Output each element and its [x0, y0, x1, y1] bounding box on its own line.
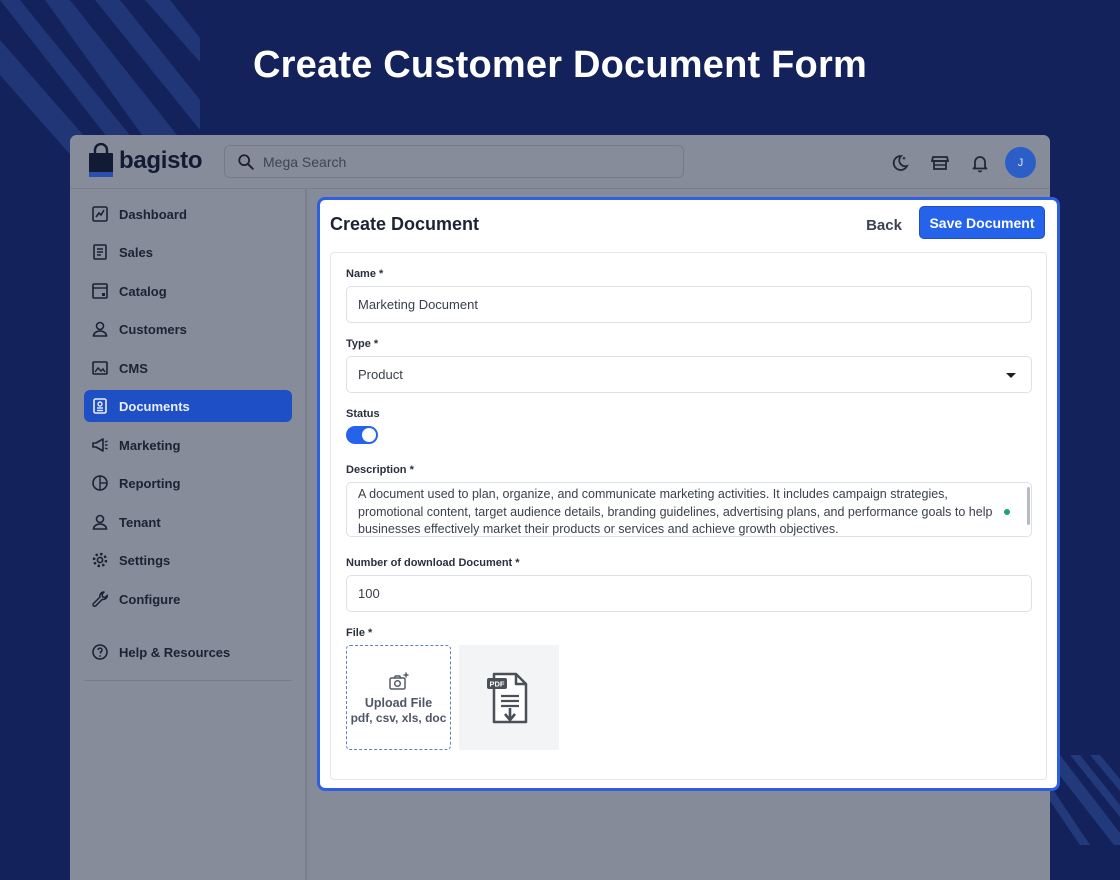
sidebar-divider	[84, 680, 292, 681]
sales-icon	[91, 243, 109, 261]
page-title: Create Document	[330, 214, 480, 234]
sidebar-item-label: Configure	[119, 591, 181, 607]
description-label: Description *	[346, 464, 414, 476]
status-label: Status	[346, 408, 380, 420]
sidebar-item-reporting[interactable]: Reporting	[84, 467, 292, 499]
decorative-stripes	[1050, 755, 1120, 845]
file-label: File *	[346, 627, 373, 639]
sidebar-item-label: Catalog	[119, 283, 167, 299]
sidebar: Dashboard Sales Catalog Customers CMS Do…	[70, 189, 307, 880]
top-bar: bagisto J	[70, 135, 1050, 189]
create-document-card: Create Document Back Save Document Name …	[317, 197, 1060, 791]
marketing-icon	[91, 436, 109, 454]
sidebar-item-help[interactable]: Help & Resources	[84, 636, 292, 668]
sidebar-item-label: Customers	[119, 321, 187, 337]
downloads-label: Number of download Document *	[346, 557, 520, 569]
help-icon	[91, 643, 109, 661]
notification-bell-icon[interactable]	[969, 152, 991, 174]
settings-icon	[91, 551, 109, 569]
name-field[interactable]	[346, 286, 1032, 323]
brand-logo[interactable]: bagisto	[88, 143, 203, 179]
type-label: Type *	[346, 338, 379, 350]
search-icon	[238, 153, 254, 170]
name-label: Name *	[346, 268, 384, 280]
sidebar-item-label: CMS	[119, 360, 148, 376]
search-input[interactable]	[263, 153, 663, 170]
sidebar-item-label: Dashboard	[119, 206, 187, 222]
top-actions: J	[889, 147, 1036, 178]
save-document-button[interactable]: Save Document	[919, 206, 1045, 239]
textarea-scrollbar[interactable]	[1027, 487, 1030, 525]
type-selected-value: Product	[358, 367, 403, 382]
sidebar-item-tenant[interactable]: Tenant	[84, 506, 292, 538]
theme-toggle-icon[interactable]	[889, 152, 911, 174]
reporting-icon	[91, 474, 109, 492]
brand-name: bagisto	[119, 147, 203, 174]
status-toggle[interactable]	[346, 426, 378, 444]
sidebar-item-sales[interactable]: Sales	[84, 236, 292, 268]
pdf-file-icon: PDF	[487, 672, 528, 723]
sidebar-item-cms[interactable]: CMS	[84, 352, 292, 384]
upload-title: Upload File	[364, 695, 433, 710]
toggle-knob	[362, 428, 376, 442]
uploaded-file-preview[interactable]: PDF	[459, 645, 559, 750]
downloads-field[interactable]	[346, 575, 1032, 612]
tenant-icon	[91, 513, 109, 531]
documents-icon	[91, 397, 109, 415]
sidebar-item-documents[interactable]: Documents	[84, 390, 292, 422]
camera-plus-icon	[388, 672, 408, 690]
document-form: Name * Type * Product Status Description…	[330, 252, 1047, 780]
sidebar-item-label: Tenant	[119, 514, 161, 530]
upload-formats: pdf, csv, xls, doc	[350, 710, 447, 725]
sidebar-item-label: Marketing	[119, 437, 181, 453]
user-avatar[interactable]: J	[1005, 147, 1036, 178]
sidebar-item-configure[interactable]: Configure	[84, 583, 292, 615]
sidebar-item-label: Documents	[119, 398, 190, 414]
storefront-icon[interactable]	[929, 152, 951, 174]
sidebar-item-customers[interactable]: Customers	[84, 313, 292, 345]
type-select[interactable]: Product	[346, 356, 1032, 393]
shopping-bag-icon	[89, 143, 113, 177]
page-headline: Create Customer Document Form	[253, 44, 867, 86]
dashboard-icon	[91, 205, 109, 223]
grammar-indicator-icon	[1004, 509, 1010, 515]
back-button[interactable]: Back	[854, 209, 914, 241]
sidebar-item-catalog[interactable]: Catalog	[84, 275, 292, 307]
customers-icon	[91, 320, 109, 338]
configure-icon	[91, 590, 109, 608]
sidebar-item-settings[interactable]: Settings	[84, 544, 292, 576]
sidebar-item-label: Settings	[119, 552, 171, 568]
cms-icon	[91, 359, 109, 377]
sidebar-item-label: Help & Resources	[119, 644, 231, 660]
sidebar-item-dashboard[interactable]: Dashboard	[84, 198, 292, 230]
sidebar-item-marketing[interactable]: Marketing	[84, 429, 292, 461]
sidebar-item-label: Sales	[119, 244, 153, 260]
mega-search[interactable]	[224, 145, 684, 178]
catalog-icon	[91, 282, 109, 300]
sidebar-item-label: Reporting	[119, 475, 181, 491]
description-field[interactable]: A document used to plan, organize, and c…	[346, 482, 1032, 537]
caret-down-icon	[1006, 373, 1016, 378]
svg-text:PDF: PDF	[490, 679, 505, 688]
file-upload-dropzone[interactable]: Upload File pdf, csv, xls, doc	[346, 645, 451, 750]
